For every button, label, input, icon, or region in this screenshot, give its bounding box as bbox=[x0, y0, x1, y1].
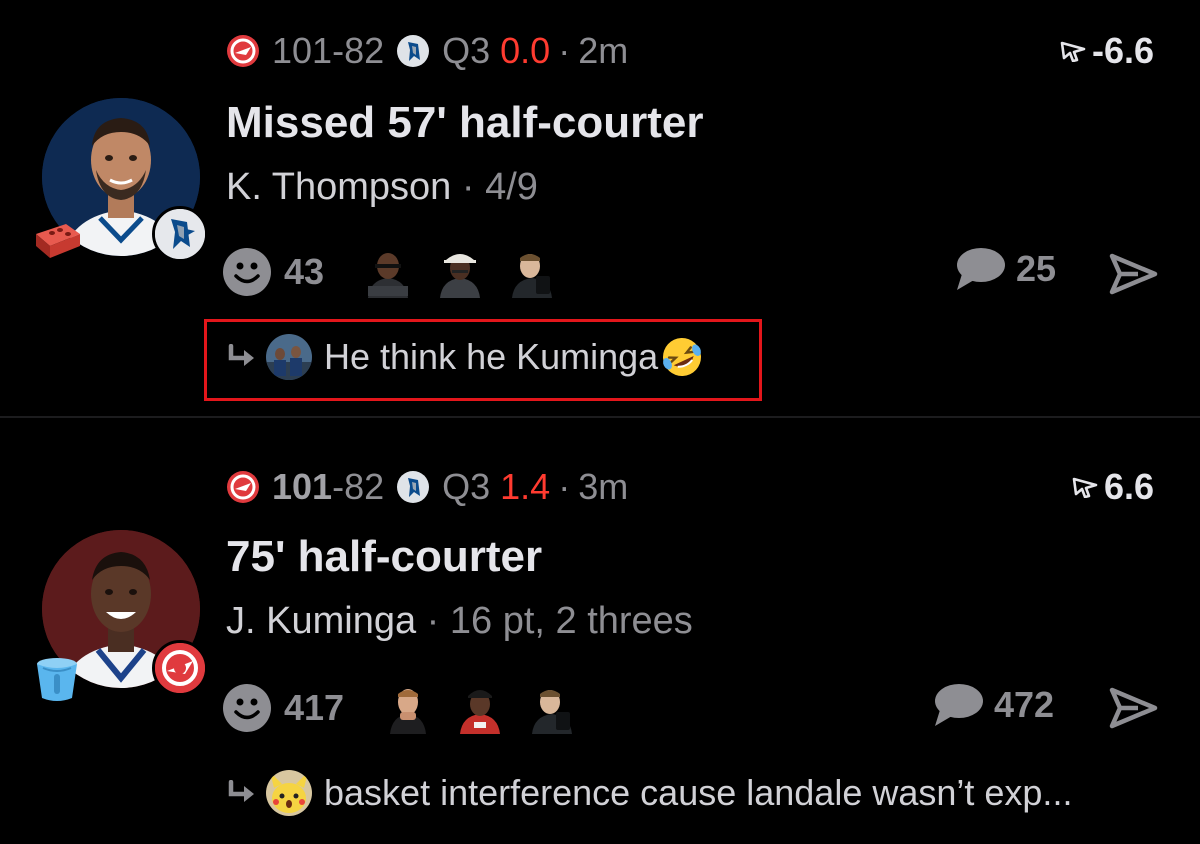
bucket-icon bbox=[37, 658, 77, 701]
comments-button[interactable]: 472 bbox=[932, 682, 1054, 728]
post-age: 2m bbox=[578, 30, 629, 71]
hawks-badge-icon bbox=[152, 640, 208, 696]
post-subtitle: K. Thompson · 4/9 bbox=[226, 166, 538, 208]
reaction-face-icon[interactable] bbox=[362, 246, 414, 298]
hawks-logo-icon bbox=[226, 470, 260, 504]
feed-post[interactable]: 101-82 Q3 0.0 · 2m -6.6 Missed 57' half-… bbox=[0, 0, 1200, 416]
share-send-icon[interactable] bbox=[1108, 686, 1158, 730]
player-name[interactable]: J. Kuminga bbox=[226, 600, 416, 642]
period: Q3 bbox=[442, 30, 491, 71]
away-score: 82 bbox=[344, 466, 385, 507]
period: Q3 bbox=[442, 466, 491, 507]
mavericks-logo-icon bbox=[396, 34, 430, 68]
player-stat: 16 pt, 2 threes bbox=[449, 600, 693, 642]
reply-text: basket interference cause landale wasn’t… bbox=[324, 772, 1073, 813]
reaction-face-icon[interactable] bbox=[526, 682, 578, 734]
home-score: 101 bbox=[272, 30, 333, 71]
post-subtitle: J. Kuminga · 16 pt, 2 threes bbox=[226, 600, 693, 642]
odds-arrow-icon bbox=[1072, 477, 1098, 498]
comment-count: 25 bbox=[1016, 248, 1057, 289]
brick-icon bbox=[36, 224, 80, 258]
odds-line[interactable]: -6.6 bbox=[1060, 30, 1154, 72]
share-send-icon[interactable] bbox=[1108, 252, 1158, 296]
mavericks-badge-icon bbox=[152, 206, 208, 262]
away-score: 82 bbox=[344, 30, 385, 71]
reactions-bar[interactable]: 417 bbox=[222, 682, 598, 734]
reaction-face-icon[interactable] bbox=[506, 246, 558, 298]
comment-bubble-icon bbox=[957, 248, 1005, 290]
player-stat: 4/9 bbox=[485, 166, 538, 208]
mavericks-logo-icon bbox=[396, 470, 430, 504]
reaction-face-icon[interactable] bbox=[382, 682, 434, 734]
reaction-count: 417 bbox=[284, 687, 345, 728]
reactions-bar[interactable]: 43 bbox=[222, 246, 578, 298]
game-meta: 101-82 Q3 0.0 · 2m bbox=[226, 30, 628, 72]
comment-count: 472 bbox=[994, 684, 1055, 725]
odds-value: 6.6 bbox=[1103, 466, 1154, 507]
top-reply[interactable]: basket interference cause landale wasn’t… bbox=[226, 770, 1072, 816]
game-clock: 0.0 bbox=[500, 30, 551, 71]
comment-bubble-icon bbox=[935, 684, 983, 726]
feed-post[interactable]: 101-82 Q3 1.4 · 3m 6.6 75' half-courter … bbox=[0, 418, 1200, 844]
post-title[interactable]: Missed 57' half-courter bbox=[226, 98, 704, 148]
post-title[interactable]: 75' half-courter bbox=[226, 532, 542, 582]
hawks-logo-icon bbox=[226, 34, 260, 68]
odds-arrow-icon bbox=[1060, 41, 1086, 62]
game-clock: 1.4 bbox=[500, 466, 551, 507]
post-age: 3m bbox=[578, 466, 629, 507]
smiley-icon[interactable] bbox=[222, 683, 272, 733]
reply-arrow-icon bbox=[228, 780, 254, 802]
game-meta: 101-82 Q3 1.4 · 3m bbox=[226, 466, 628, 508]
player-name[interactable]: K. Thompson bbox=[226, 166, 451, 208]
reaction-face-icon[interactable] bbox=[434, 246, 486, 298]
odds-value: -6.6 bbox=[1091, 30, 1154, 71]
reply-user-avatar[interactable] bbox=[266, 770, 312, 816]
odds-line[interactable]: 6.6 bbox=[1072, 466, 1154, 508]
home-score: 101 bbox=[272, 466, 333, 507]
reaction-face-icon[interactable] bbox=[454, 682, 506, 734]
reply-highlight-box bbox=[204, 319, 762, 401]
comments-button[interactable]: 25 bbox=[954, 246, 1056, 292]
smiley-icon[interactable] bbox=[222, 247, 272, 297]
reaction-count: 43 bbox=[284, 251, 325, 292]
